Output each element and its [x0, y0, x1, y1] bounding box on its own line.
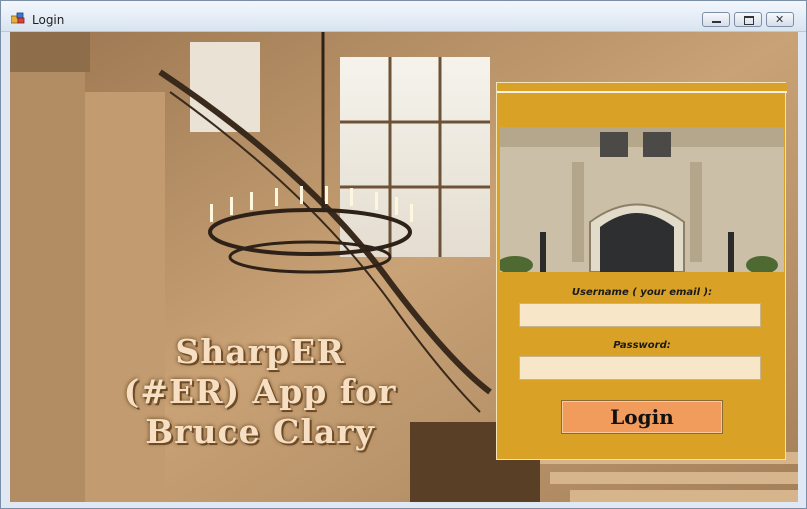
app-headline: SharpER (#ER) App for Bruce Clary [40, 332, 480, 452]
app-icon [11, 12, 25, 24]
maximize-button[interactable] [734, 12, 762, 27]
minimize-icon [712, 21, 721, 23]
mansion-entrance-image [500, 127, 784, 272]
login-panel: Username ( your email ): Password: Login [496, 82, 787, 460]
panel-top-band [497, 83, 787, 93]
minimize-button[interactable] [702, 12, 730, 27]
close-button[interactable]: ✕ [766, 12, 794, 27]
login-button[interactable]: Login [561, 400, 723, 434]
username-input[interactable] [519, 303, 761, 327]
maximize-icon [744, 16, 754, 25]
close-icon: ✕ [775, 13, 785, 26]
headline-line: Bruce Clary [145, 412, 375, 451]
headline-line: (#ER) App for [123, 372, 397, 411]
title-bar[interactable]: Login ✕ [1, 1, 806, 32]
password-input[interactable] [519, 356, 761, 380]
username-label: Username ( your email ): [571, 287, 713, 298]
client-area: SharpER (#ER) App for Bruce Clary Userna… [10, 32, 798, 502]
headline-line: SharpER [175, 332, 345, 371]
login-window: Login ✕ SharpER (#ER) App for Bruce Clar… [0, 0, 807, 509]
window-title: Login [32, 13, 65, 27]
password-label: Password: [613, 340, 671, 351]
